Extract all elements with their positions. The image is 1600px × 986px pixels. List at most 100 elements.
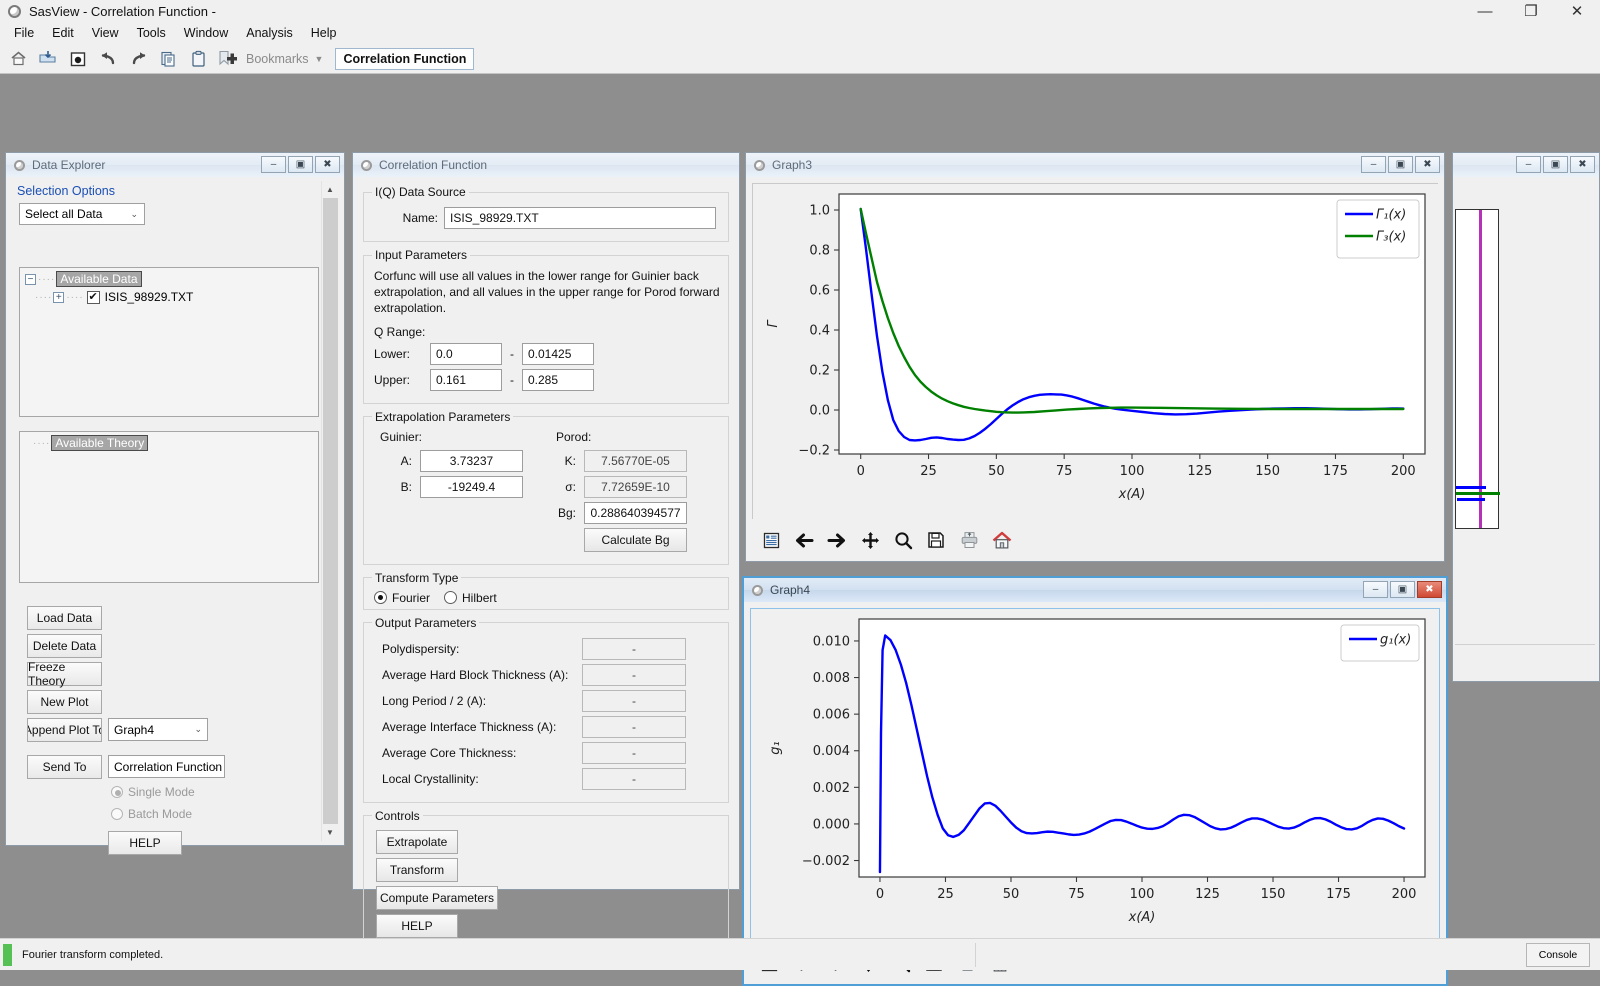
dataset-label[interactable]: ISIS_98929.TXT <box>105 290 194 304</box>
freeze-theory-button[interactable]: Freeze Theory <box>27 662 102 686</box>
graph-window-background[interactable]: – ▣ ✖ <box>1452 152 1600 682</box>
append-plot-target-combo[interactable]: Graph4 ⌄ <box>108 718 208 741</box>
graph4-title-bar[interactable]: Graph4 – ▣ ✖ <box>744 578 1446 602</box>
redo-icon[interactable] <box>124 46 152 72</box>
undo-icon[interactable] <box>94 46 122 72</box>
porod-k-input[interactable]: 7.56770E-05 <box>584 450 687 472</box>
copy-icon[interactable] <box>154 46 182 72</box>
forward-arrow-icon[interactable] <box>826 529 848 551</box>
minimize-button[interactable]: — <box>1462 0 1508 22</box>
menu-tools[interactable]: Tools <box>128 24 175 42</box>
select-all-data-combo[interactable]: Select all Data ⌄ <box>19 203 145 225</box>
data-explorer-title-bar[interactable]: Data Explorer – ▣ ✖ <box>6 153 344 177</box>
tree-row-available-theory[interactable]: ···· Available Theory <box>20 432 318 451</box>
home-icon[interactable] <box>991 529 1013 551</box>
single-mode-radio-row[interactable]: Single Mode <box>111 785 195 799</box>
print-icon[interactable] <box>958 529 980 551</box>
graph-hidden-title-bar[interactable]: – ▣ ✖ <box>1453 153 1599 177</box>
save-icon[interactable] <box>925 529 947 551</box>
scroll-up-icon[interactable]: ▲ <box>322 181 338 198</box>
batch-mode-radio[interactable] <box>111 808 123 820</box>
data-explorer-restore-button[interactable]: ▣ <box>288 156 313 173</box>
send-to-target-combo[interactable]: Correlation Function ⌄ <box>108 755 225 778</box>
close-button[interactable]: ✕ <box>1554 0 1600 22</box>
graph4-close-button[interactable]: ✖ <box>1417 581 1442 598</box>
available-data-tree[interactable]: − ···· Available Data ···· + ···· ✔ ISIS… <box>19 267 319 417</box>
fourier-radio-row[interactable]: Fourier <box>374 591 430 605</box>
tree-expander-icon[interactable]: + <box>53 292 64 303</box>
graph4-plot-canvas[interactable]: 0255075100125150175200−0.0020.0000.0020.… <box>750 608 1440 942</box>
lower-to-input[interactable]: 0.01425 <box>522 343 594 365</box>
name-input[interactable]: ISIS_98929.TXT <box>444 207 716 229</box>
long-period-value[interactable]: - <box>582 690 686 712</box>
data-explorer-scrollbar[interactable]: ▲ ▼ <box>321 181 338 841</box>
menu-analysis[interactable]: Analysis <box>237 24 302 42</box>
porod-bg-input[interactable]: 0.288640394577 <box>584 502 687 524</box>
open-folder-icon[interactable] <box>34 46 62 72</box>
tree-expander-icon[interactable]: − <box>25 274 36 285</box>
console-button[interactable]: Console <box>1526 943 1590 967</box>
hard-block-thickness-value[interactable]: - <box>582 664 686 686</box>
data-explorer-help-button[interactable]: HELP <box>108 831 182 855</box>
local-crystallinity-value[interactable]: - <box>582 768 686 790</box>
correlation-function-window[interactable]: Correlation Function I(Q) Data Source Na… <box>352 152 740 890</box>
correlation-function-title-bar[interactable]: Correlation Function <box>353 153 739 177</box>
polydispersity-value[interactable]: - <box>582 638 686 660</box>
lower-from-input[interactable]: 0.0 <box>430 343 502 365</box>
calculate-bg-button[interactable]: Calculate Bg <box>584 528 687 552</box>
graph3-plot-canvas[interactable]: 0255075100125150175200−0.20.00.20.40.60.… <box>752 183 1438 519</box>
maximize-button[interactable]: ❐ <box>1508 0 1554 22</box>
graph-hidden-minimize-button[interactable]: – <box>1516 156 1541 173</box>
graph4-minimize-button[interactable]: – <box>1363 581 1388 598</box>
interface-thickness-value[interactable]: - <box>582 716 686 738</box>
scroll-down-icon[interactable]: ▼ <box>322 824 338 841</box>
load-data-button[interactable]: Load Data <box>27 606 102 630</box>
guinier-b-input[interactable]: -19249.4 <box>420 476 523 498</box>
config-subplots-icon[interactable] <box>760 529 782 551</box>
compute-parameters-button[interactable]: Compute Parameters <box>376 886 498 910</box>
selection-options-link[interactable]: Selection Options <box>9 179 341 201</box>
upper-from-input[interactable]: 0.161 <box>430 369 502 391</box>
data-explorer-window[interactable]: Data Explorer – ▣ ✖ Selection Options Se… <box>5 152 345 846</box>
add-bookmark-icon[interactable] <box>214 46 242 72</box>
home-icon[interactable] <box>4 46 32 72</box>
bookmarks-label[interactable]: Bookmarks <box>246 52 309 66</box>
available-theory-label[interactable]: Available Theory <box>51 435 148 451</box>
menu-view[interactable]: View <box>83 24 128 42</box>
back-arrow-icon[interactable] <box>793 529 815 551</box>
graph3-close-button[interactable]: ✖ <box>1415 156 1440 173</box>
graph3-window[interactable]: Graph3 – ▣ ✖ 0255075100125150175200−0.20… <box>745 152 1445 562</box>
chevron-down-icon[interactable]: ▼ <box>315 54 324 64</box>
append-plot-to-button[interactable]: Append Plot To <box>27 718 102 742</box>
graph4-window[interactable]: Graph4 – ▣ ✖ 0255075100125150175200−0.00… <box>742 576 1448 986</box>
hilbert-radio-row[interactable]: Hilbert <box>444 591 497 605</box>
transform-button[interactable]: Transform <box>376 858 458 882</box>
delete-data-button[interactable]: Delete Data <box>27 634 102 658</box>
fourier-radio[interactable] <box>374 591 387 604</box>
graph3-title-bar[interactable]: Graph3 – ▣ ✖ <box>746 153 1444 177</box>
zoom-icon[interactable] <box>892 529 914 551</box>
menu-help[interactable]: Help <box>302 24 346 42</box>
save-icon[interactable] <box>64 46 92 72</box>
graph-hidden-close-button[interactable]: ✖ <box>1570 156 1595 173</box>
single-mode-radio[interactable] <box>111 786 123 798</box>
paste-icon[interactable] <box>184 46 212 72</box>
available-data-label[interactable]: Available Data <box>56 271 141 287</box>
graph4-restore-button[interactable]: ▣ <box>1390 581 1415 598</box>
new-plot-button[interactable]: New Plot <box>27 690 102 714</box>
send-to-button[interactable]: Send To <box>27 755 102 779</box>
scrollbar-thumb[interactable] <box>323 198 338 824</box>
graph3-restore-button[interactable]: ▣ <box>1388 156 1413 173</box>
extrapolate-button[interactable]: Extrapolate <box>376 830 458 854</box>
graph-hidden-restore-button[interactable]: ▣ <box>1543 156 1568 173</box>
pan-icon[interactable] <box>859 529 881 551</box>
correlation-function-help-button[interactable]: HELP <box>376 914 458 938</box>
menu-window[interactable]: Window <box>175 24 237 42</box>
hilbert-radio[interactable] <box>444 591 457 604</box>
data-explorer-close-button[interactable]: ✖ <box>315 156 340 173</box>
graph3-minimize-button[interactable]: – <box>1361 156 1386 173</box>
menu-file[interactable]: File <box>5 24 43 42</box>
guinier-a-input[interactable]: 3.73237 <box>420 450 523 472</box>
porod-sigma-input[interactable]: 7.72659E-10 <box>584 476 687 498</box>
data-explorer-minimize-button[interactable]: – <box>261 156 286 173</box>
